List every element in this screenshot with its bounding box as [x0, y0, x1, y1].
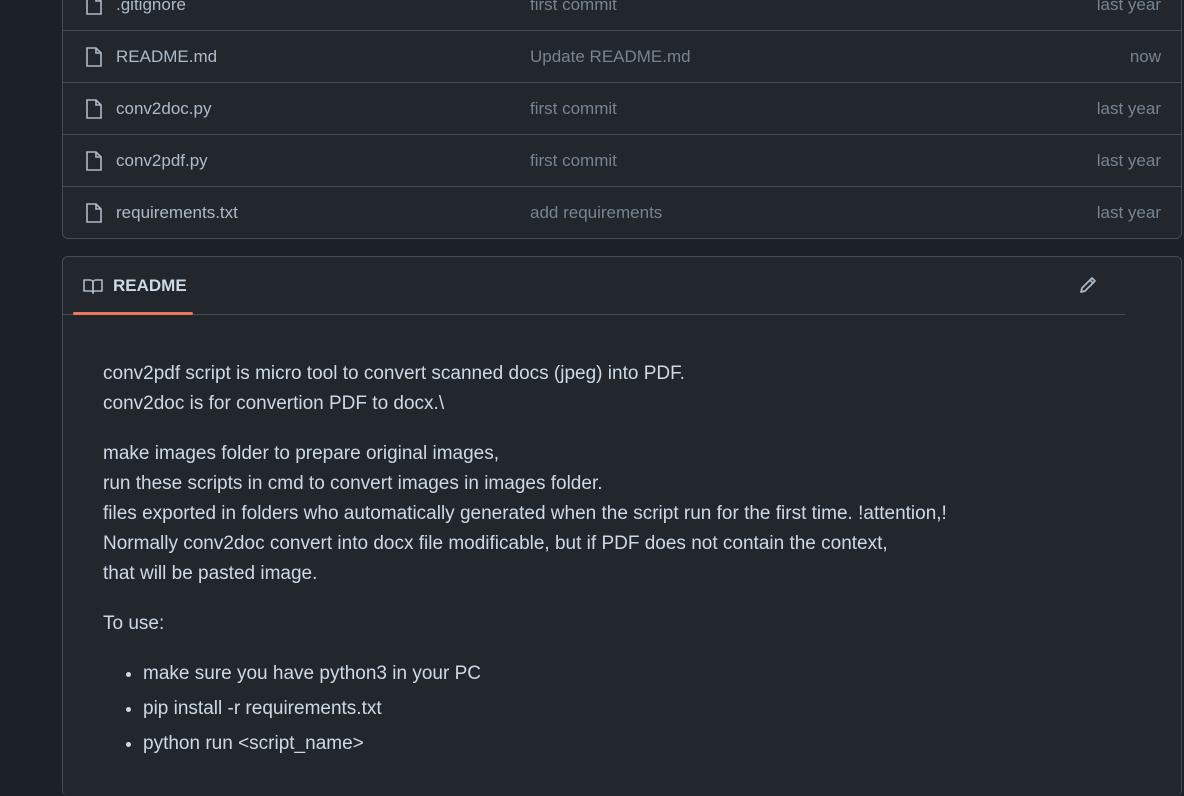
file-name[interactable]: requirements.txt [116, 203, 238, 223]
commit-message[interactable]: Update README.md [530, 47, 691, 67]
file-icon [86, 0, 102, 15]
file-icon [86, 47, 102, 67]
readme-header: README [63, 257, 1125, 315]
commit-time: last year [1096, 0, 1161, 14]
commit-message[interactable]: first commit [530, 99, 617, 119]
file-row[interactable]: requirements.txt add requirements last y… [63, 186, 1181, 238]
file-row[interactable]: conv2doc.py first commit last year [63, 82, 1181, 134]
readme-paragraph: conv2pdf script is micro tool to convert… [103, 359, 1141, 419]
readme-paragraph: To use: [103, 613, 165, 634]
file-name[interactable]: .gitignore [116, 0, 186, 15]
list-item: python run <script_name> [143, 729, 1141, 759]
commit-time: last year [1096, 202, 1161, 222]
readme-list: make sure you have python3 in your PC pi… [103, 659, 1141, 759]
readme-line: make images folder to prepare original i… [103, 443, 500, 464]
list-item: pip install -r requirements.txt [143, 694, 1141, 724]
file-icon [86, 203, 102, 223]
readme-line: conv2pdf script is micro tool to convert… [103, 363, 685, 384]
readme-content: conv2pdf script is micro tool to convert… [63, 315, 1181, 759]
readme-panel: README conv2pdf script is micro tool to … [62, 256, 1182, 796]
file-icon [86, 151, 102, 171]
pencil-icon[interactable] [1077, 274, 1099, 296]
file-row[interactable]: README.md Update README.md now [63, 30, 1181, 82]
file-icon [86, 99, 102, 119]
readme-tab[interactable]: README [73, 257, 193, 315]
commit-time: last year [1096, 98, 1161, 118]
list-item: make sure you have python3 in your PC [143, 659, 1141, 689]
file-name[interactable]: conv2doc.py [116, 99, 211, 119]
readme-paragraph: make images folder to prepare original i… [103, 439, 1141, 589]
file-list: .gitignore first commit last year README… [62, 0, 1182, 239]
readme-line: files exported in folders who automatica… [103, 503, 947, 524]
commit-time: last year [1096, 150, 1161, 170]
readme-line: that will be pasted image. [103, 563, 318, 584]
file-name[interactable]: README.md [116, 47, 217, 67]
file-name[interactable]: conv2pdf.py [116, 151, 208, 171]
readme-line: run these scripts in cmd to convert imag… [103, 473, 603, 494]
commit-time: now [1129, 46, 1161, 66]
readme-line: Normally conv2doc convert into docx file… [103, 533, 888, 554]
commit-message[interactable]: add requirements [530, 203, 662, 223]
file-row[interactable]: conv2pdf.py first commit last year [63, 134, 1181, 186]
readme-title: README [113, 275, 187, 295]
file-row[interactable]: .gitignore first commit last year [63, 0, 1181, 30]
book-icon [83, 278, 103, 294]
readme-line: conv2doc is for convertion PDF to docx.\ [103, 393, 445, 414]
commit-message[interactable]: first commit [530, 151, 617, 171]
commit-message[interactable]: first commit [530, 0, 617, 15]
